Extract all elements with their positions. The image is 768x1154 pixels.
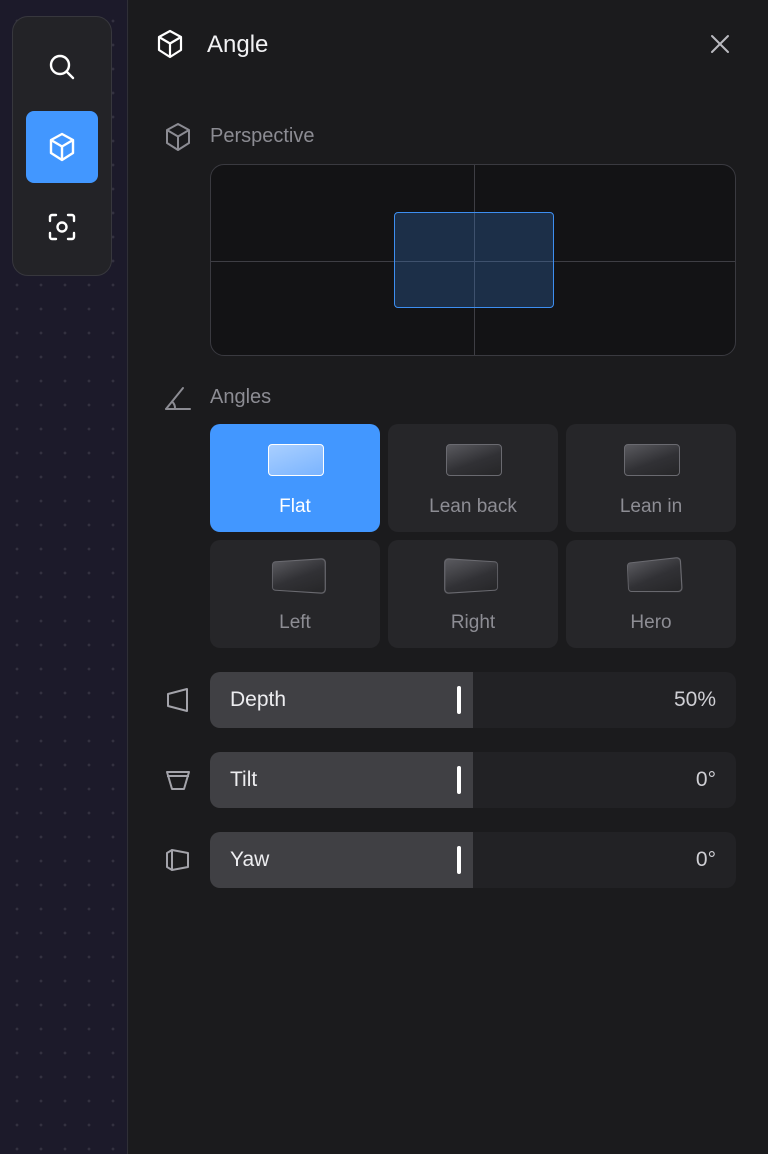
preset-label: Lean back: [429, 496, 517, 517]
search-icon: [49, 54, 75, 80]
depth-slider-label: Depth: [230, 688, 287, 711]
angles-label: Angles: [210, 386, 272, 408]
yaw-slider-track[interactable]: Yaw 0°: [210, 832, 736, 888]
angle-preset-hero[interactable]: Hero: [566, 540, 736, 648]
depth-icon: [167, 688, 188, 712]
depth-slider-track[interactable]: Depth 50%: [210, 672, 736, 728]
focus-tool-button[interactable]: [26, 191, 98, 263]
angle-presets: Flat Lean back Lean in Left Right Hero: [210, 424, 736, 648]
tilt-slider-thumb[interactable]: [457, 766, 461, 794]
cube-icon: [166, 123, 190, 151]
preset-label: Hero: [630, 612, 672, 633]
preset-thumbnail: [624, 444, 680, 476]
preset-label: Right: [450, 612, 496, 633]
depth-slider-value: 50%: [673, 688, 716, 711]
preset-thumbnail: [444, 558, 499, 594]
tilt-slider-track[interactable]: Tilt 0°: [210, 752, 736, 808]
preset-thumbnail: [626, 556, 683, 593]
yaw-slider[interactable]: Yaw 0°: [210, 832, 736, 888]
close-button[interactable]: [704, 28, 736, 60]
depth-slider[interactable]: Depth 50%: [210, 672, 736, 728]
panel-title: Angle: [207, 31, 269, 58]
cube-icon: [157, 29, 183, 59]
preset-label: Lean in: [619, 496, 683, 517]
close-icon: [711, 35, 729, 53]
angle-preset-flat[interactable]: Flat: [210, 424, 380, 532]
angle-preset-left[interactable]: Left: [210, 540, 380, 648]
yaw-slider-value: 0°: [695, 848, 716, 871]
perspective-pad[interactable]: [210, 164, 736, 356]
angle-preset-right[interactable]: Right: [388, 540, 558, 648]
preset-thumbnail: [271, 558, 326, 594]
toolbar: [12, 16, 112, 276]
perspective-label: Perspective: [210, 125, 315, 147]
tilt-slider-label: Tilt: [230, 768, 258, 791]
focus-icon: [48, 213, 76, 241]
angle-preset-lean-in[interactable]: Lean in: [566, 424, 736, 532]
yaw-slider-label: Yaw: [230, 848, 270, 871]
preset-label: Left: [279, 612, 311, 633]
yaw-icon: [166, 849, 189, 871]
tilt-slider[interactable]: Tilt 0°: [210, 752, 736, 808]
depth-slider-thumb[interactable]: [457, 686, 461, 714]
tilt-icon: [166, 771, 190, 790]
perspective-handle[interactable]: [394, 212, 554, 308]
angle-icon: [165, 387, 191, 410]
angle-tool-button[interactable]: [26, 111, 98, 183]
preset-label: Flat: [279, 496, 311, 517]
preset-thumbnail: [268, 444, 324, 476]
preset-thumbnail: [446, 444, 502, 476]
cube-icon: [49, 132, 75, 162]
angle-preset-lean-back[interactable]: Lean back: [388, 424, 558, 532]
search-tool-button[interactable]: [26, 31, 98, 103]
yaw-slider-thumb[interactable]: [457, 846, 461, 874]
tilt-slider-value: 0°: [695, 768, 716, 791]
